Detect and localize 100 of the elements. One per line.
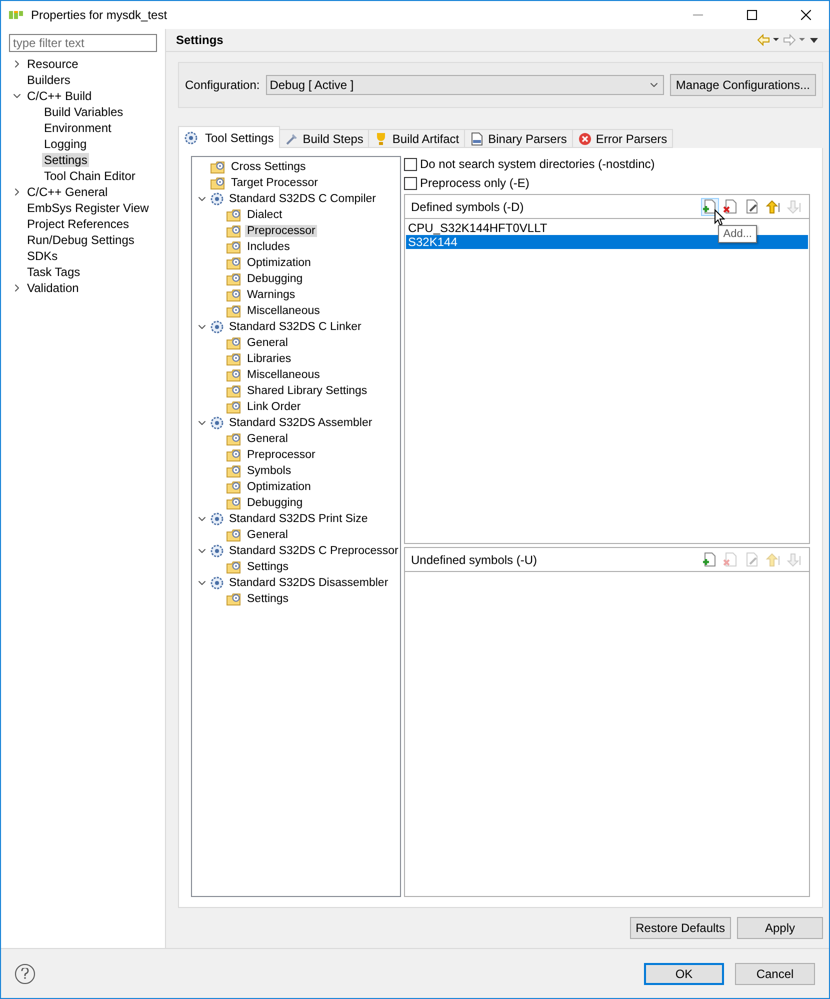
tab[interactable]: Error Parsers	[572, 129, 674, 148]
sidebar-item[interactable]: Task Tags	[25, 265, 82, 279]
help-button[interactable]	[15, 964, 35, 984]
sidebar-item[interactable]: Logging	[42, 137, 89, 151]
sidebar-item[interactable]: C/C++ General	[25, 185, 110, 199]
page-title: Settings	[176, 33, 224, 47]
dialog-button[interactable]: Cancel	[735, 962, 815, 984]
dialog-button[interactable]: OK	[644, 962, 724, 984]
folder-gear-icon	[226, 400, 242, 414]
back-arrow-icon[interactable]	[757, 34, 779, 46]
tool-tree-item[interactable]: Debugging	[245, 273, 305, 285]
maximize-icon	[747, 10, 757, 20]
folder-gear-icon	[226, 224, 242, 238]
add-symbol-button[interactable]	[701, 198, 719, 216]
folder-gear-icon	[226, 448, 242, 462]
tool-tree-item[interactable]: Standard S32DS Disassembler	[227, 577, 390, 589]
move-down-icon	[786, 198, 802, 214]
folder-gear-icon	[226, 352, 242, 366]
folder-gear-icon	[226, 368, 242, 382]
tooltip: Add...	[718, 225, 757, 243]
gear-icon	[210, 576, 224, 590]
tool-tree-item[interactable]: Preprocessor	[245, 449, 318, 461]
sidebar-item[interactable]: Environment	[42, 121, 114, 135]
folder-gear-icon	[226, 208, 242, 222]
gear-icon	[210, 512, 224, 526]
folder-gear-icon	[226, 464, 242, 478]
page-button[interactable]: Apply	[737, 917, 823, 939]
sidebar-item[interactable]: Settings	[42, 153, 90, 167]
tool-tree-item[interactable]: Includes	[245, 241, 292, 253]
gear-icon	[184, 130, 198, 144]
folder-gear-icon	[210, 160, 226, 174]
folder-gear-icon	[226, 272, 242, 286]
symbol-item[interactable]: CPU_S32K144HFT0VLLT	[406, 221, 550, 235]
manage-configurations-button[interactable]: Manage Configurations...	[670, 74, 816, 96]
sidebar-item[interactable]: C/C++ Build	[25, 89, 94, 103]
folder-gear-icon	[226, 304, 242, 318]
gear-icon	[210, 192, 224, 206]
tool-tree-item[interactable]: Target Processor	[229, 177, 320, 189]
tool-tree-item[interactable]: Standard S32DS C Compiler	[227, 193, 378, 205]
tool-tree-item[interactable]: Cross Settings	[229, 161, 308, 173]
view-menu-icon[interactable]	[809, 35, 819, 45]
checkbox[interactable]	[404, 176, 417, 190]
up-symbol-button[interactable]	[764, 198, 782, 216]
tool-tree-item[interactable]: General	[245, 433, 290, 445]
tool-tree-item[interactable]: General	[245, 337, 290, 349]
checkbox[interactable]	[404, 158, 417, 170]
tab[interactable]: Build Steps	[278, 129, 370, 148]
sidebar-item[interactable]: Resource	[25, 57, 80, 71]
folder-gear-icon	[226, 256, 242, 270]
tool-tree-item[interactable]: Libraries	[245, 353, 294, 365]
tool-tree-item[interactable]: Standard S32DS Print Size	[227, 513, 370, 525]
tool-tree-item[interactable]: Debugging	[245, 497, 305, 509]
window-title: Properties for mysdk_test	[31, 8, 168, 22]
binary-file-icon	[470, 132, 484, 146]
delete-document-icon	[723, 552, 739, 568]
sidebar-item[interactable]: Project References	[25, 217, 132, 231]
tab[interactable]: Binary Parsers	[464, 129, 573, 148]
sidebar-item[interactable]: Builders	[25, 73, 72, 87]
forward-arrow-icon[interactable]	[783, 34, 805, 46]
folder-gear-icon	[226, 496, 242, 510]
tab[interactable]: Build Artifact	[368, 129, 466, 148]
edit-document-icon	[744, 552, 760, 568]
tool-tree-item[interactable]: Standard S32DS C Preprocessor	[227, 545, 400, 557]
tool-tree-item[interactable]: Symbols	[245, 465, 294, 477]
folder-gear-icon	[226, 560, 242, 574]
sidebar-item[interactable]: Validation	[25, 281, 81, 295]
tool-tree-item[interactable]: Standard S32DS C Linker	[227, 321, 364, 333]
tool-tree-item[interactable]: Settings	[245, 561, 291, 573]
hammer-icon	[284, 132, 299, 146]
folder-gear-icon	[226, 288, 242, 302]
sidebar-item[interactable]: SDKs	[25, 249, 60, 263]
close-icon	[801, 10, 811, 20]
sidebar-item[interactable]: Run/Debug Settings	[25, 233, 136, 247]
sidebar-item[interactable]: Build Variables	[42, 105, 126, 119]
checkbox-label: Do not search system directories (-nostdinc)	[420, 157, 655, 171]
tool-tree-item[interactable]: Warnings	[245, 289, 298, 301]
edit-document-icon	[744, 198, 760, 214]
page-button[interactable]: Restore Defaults	[630, 917, 731, 939]
tab[interactable]: Tool Settings	[178, 126, 280, 148]
filter-field[interactable]: type filter text	[9, 34, 157, 52]
tool-tree-item[interactable]: Optimization	[245, 481, 313, 493]
tool-tree-item[interactable]: General	[245, 529, 290, 541]
help-icon	[21, 968, 29, 979]
configuration-dropdown[interactable]: Debug [ Active ]	[266, 75, 664, 95]
tool-tree-item[interactable]: Preprocessor	[245, 225, 318, 237]
folder-gear-icon	[226, 240, 242, 254]
gear-icon	[210, 544, 224, 558]
tool-tree-item[interactable]: Settings	[245, 593, 291, 605]
folder-gear-icon	[226, 592, 242, 606]
tool-tree-item[interactable]: Shared Library Settings	[245, 385, 370, 397]
sidebar-item[interactable]: Tool Chain Editor	[42, 169, 138, 183]
move-down-icon	[786, 552, 802, 568]
tool-tree-item[interactable]: Optimization	[245, 257, 313, 269]
tool-tree-item[interactable]: Link Order	[245, 401, 303, 413]
tool-tree-item[interactable]: Standard S32DS Assembler	[227, 417, 374, 429]
tool-tree-item[interactable]: Miscellaneous	[245, 305, 322, 317]
move-up-icon	[765, 198, 781, 214]
tool-tree-item[interactable]: Dialect	[245, 209, 284, 221]
sidebar-item[interactable]: EmbSys Register View	[25, 201, 151, 215]
tool-tree-item[interactable]: Miscellaneous	[245, 369, 322, 381]
